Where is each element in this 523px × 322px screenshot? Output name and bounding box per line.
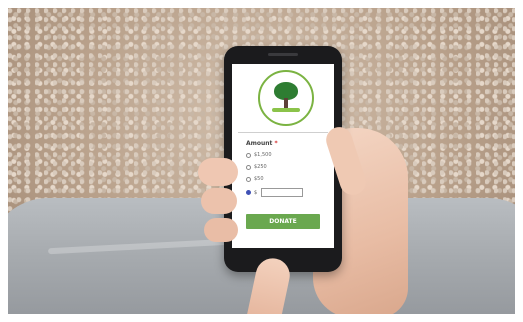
amount-option-label: $1,500	[254, 152, 272, 158]
academy-logo	[258, 70, 314, 126]
divider	[238, 132, 328, 133]
amount-label-text: Amount	[246, 140, 273, 147]
left-finger	[198, 158, 238, 186]
photo-background: Amount * $1,500 $250 $50 $ DONATE	[8, 8, 515, 314]
required-mark: *	[274, 140, 278, 147]
phone-screen: Amount * $1,500 $250 $50 $ DONATE	[232, 64, 334, 248]
custom-amount-input[interactable]	[261, 188, 304, 197]
phone-speaker	[268, 53, 298, 56]
amount-option[interactable]: $50	[246, 176, 264, 182]
left-finger	[201, 188, 237, 214]
radio-button[interactable]	[246, 164, 251, 170]
amount-option[interactable]: $250	[246, 164, 267, 170]
left-finger	[204, 218, 238, 242]
radio-button[interactable]	[246, 176, 251, 182]
smartphone: Amount * $1,500 $250 $50 $ DONATE	[224, 46, 342, 272]
amount-label: Amount *	[246, 140, 278, 147]
amount-option-label: $50	[254, 176, 264, 182]
custom-amount-option[interactable]: $	[246, 188, 304, 197]
custom-amount-prefix: $	[254, 189, 258, 196]
amount-option[interactable]: $1,500	[246, 152, 272, 158]
amount-option-label: $250	[254, 164, 267, 170]
radio-button-selected[interactable]	[246, 190, 251, 195]
donate-button[interactable]: DONATE	[246, 214, 320, 229]
radio-button[interactable]	[246, 152, 251, 158]
